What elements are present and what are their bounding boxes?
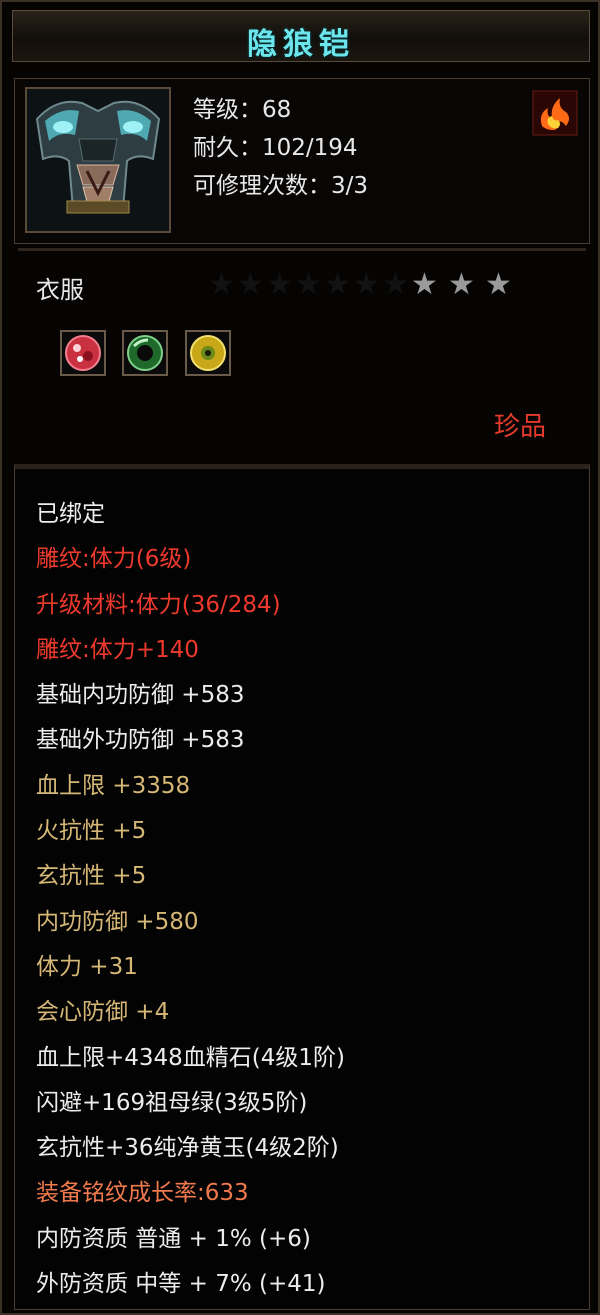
star-icon-filled: ★ [485,267,512,302]
attribute-line: 升级材料:体力(36/284) [36,591,281,618]
star-icon-filled: ★ [448,267,475,302]
attribute-line: 玄抗性 +5 [36,863,147,890]
star-icon-empty: ★ [208,267,235,302]
attribute-line: 基础外功防御 +583 [36,727,245,754]
armor-icon [25,87,171,233]
red-gem-icon [60,330,106,376]
star-icon-empty: ★ [324,267,351,302]
star-icon-empty: ★ [295,267,322,302]
attribute-line: 血上限+4348血精石(4级1阶) [36,1044,346,1071]
repair-count-text: 可修理次数：3/3 [193,173,369,199]
attribute-line: 装备铭纹成长率:633 [36,1180,249,1207]
item-type: 衣服 [36,276,84,304]
attribute-line: 外防资质 中等 + 7% (+41) [36,1271,326,1298]
attribute-line: 血上限 +3358 [36,772,191,799]
item-name: 隐狼铠 [247,27,355,62]
attribute-line: 会心防御 +4 [36,999,170,1026]
star-icon-empty: ★ [237,267,264,302]
attribute-line: 闪避+169祖母绿(3级5阶) [36,1089,308,1116]
attribute-line: 基础内功防御 +583 [36,682,245,709]
level-text: 等级：68 [193,97,292,123]
green-jade-icon [122,330,168,376]
attribute-list: 已绑定雕纹:体力(6级) 升级材料:体力(36/284) 雕纹:体力+140 基础内功… [36,492,345,1307]
fire-icon [532,90,578,136]
attribute-line: 火抗性 +5 [36,818,147,845]
star-icon-empty: ★ [266,267,293,302]
star-icon-empty: ★ [382,267,409,302]
yellow-jade-icon [185,330,231,376]
rarity-label: 珍品 [494,412,547,442]
title-bar: 隐狼铠 [12,10,590,62]
star-icon-filled: ★ [411,267,438,302]
attribute-line: 体力 +31 [36,953,138,980]
attribute-line: 已绑定 [36,501,105,527]
durability-text: 耐久：102/194 [193,135,358,161]
item-header-panel: 等级：68 耐久：102/194 可修理次数：3/3 [14,78,590,251]
item-basic-stats: 等级：68 耐久：102/194 可修理次数：3/3 [193,91,368,205]
attribute-line: 雕纹:体力+140 [36,636,199,663]
attribute-line: 玄抗性+36纯净黄玉(4级2阶) [36,1135,339,1162]
star-icon-empty: ★ [353,267,380,302]
attribute-line: 雕纹:体力(6级) [36,546,192,573]
tooltip-frame: 隐狼铠 等级：68 耐久：102/194 可修理次数：3/3 衣服 ★ ★ ★ … [0,0,600,1315]
attribute-line: 内功防御 +580 [36,908,199,935]
attribute-line: 内防资质 普通 + 1% (+6) [36,1225,311,1252]
